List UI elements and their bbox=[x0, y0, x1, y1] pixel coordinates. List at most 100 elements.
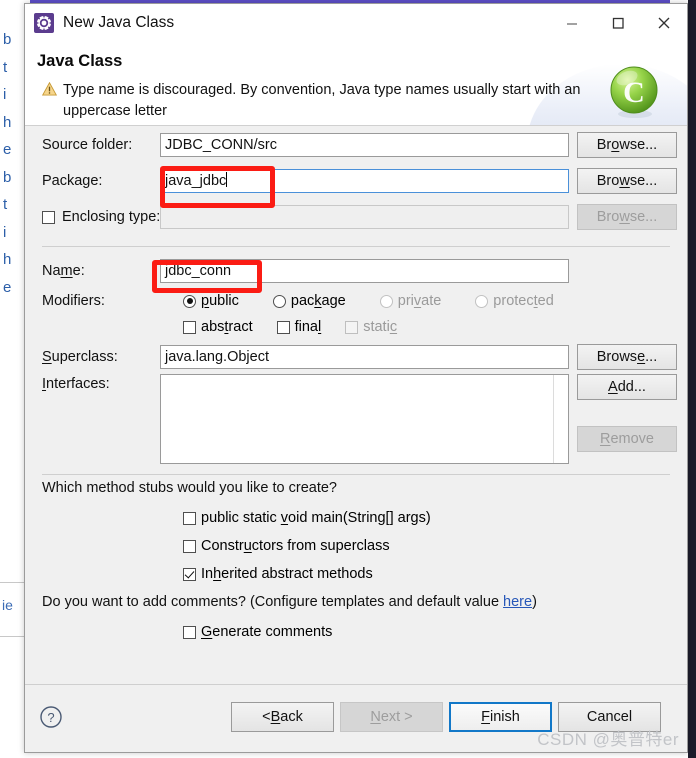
java-wizard-icon bbox=[34, 13, 54, 33]
stub-option-main-label: public static void main(String[] args) bbox=[201, 510, 431, 526]
ide-bottom-fragment: ie bbox=[2, 597, 13, 613]
stub-option-inherited-label: Inherited abstract methods bbox=[201, 566, 373, 582]
package-input-value: java_jdbc bbox=[165, 173, 227, 189]
interfaces-scrollbar[interactable] bbox=[553, 375, 568, 463]
modifier-radio-protected[interactable]: protected bbox=[475, 293, 554, 309]
source-folder-row: Source folder: JDBC_CONN/src Br o wse... bbox=[25, 132, 687, 158]
enclosing-type-row: Enclosing type: Bro w se... bbox=[25, 204, 687, 230]
gear-glyph bbox=[36, 15, 52, 31]
enclosing-type-label-group[interactable]: Enclosing type: bbox=[42, 209, 160, 225]
superclass-input[interactable]: java.lang.Object bbox=[160, 345, 569, 369]
enclosing-type-checkbox[interactable] bbox=[42, 210, 55, 224]
svg-text:?: ? bbox=[47, 710, 54, 725]
minimize-icon[interactable] bbox=[549, 4, 595, 42]
dialog-body: Source folder: JDBC_CONN/src Br o wse... P… bbox=[25, 126, 687, 686]
source-folder-browse-button[interactable]: Br o wse... bbox=[577, 132, 677, 158]
ide-code-gutter-text: b t i h e b t i h e bbox=[3, 31, 12, 296]
next-button[interactable]: Next > bbox=[340, 702, 443, 732]
help-icon[interactable]: ? bbox=[39, 705, 63, 729]
checkbox-final-label: final bbox=[294, 319, 322, 335]
radio-public-indicator[interactable] bbox=[183, 294, 196, 308]
package-label: Package: bbox=[42, 173, 103, 189]
enclosing-type-label: Enclosing type: bbox=[62, 209, 161, 225]
interfaces-add-button[interactable]: Add... bbox=[577, 374, 677, 400]
source-folder-label: Source folder: bbox=[42, 137, 133, 153]
radio-package-indicator[interactable] bbox=[272, 294, 286, 308]
stub-option-inherited[interactable]: Inherited abstract methods bbox=[183, 566, 373, 582]
generate-comments-option[interactable]: Generate comments bbox=[183, 624, 332, 640]
dialog-footer: ? < Back Next > Finish Cancel CSDN @奥普特e… bbox=[25, 684, 687, 752]
checkbox-abstract-indicator[interactable] bbox=[183, 320, 196, 334]
new-java-class-dialog: New Java Class Java Class Type name is d… bbox=[24, 3, 688, 753]
checkbox-constructors-indicator[interactable] bbox=[183, 539, 196, 553]
comments-question-suffix: ) bbox=[532, 594, 537, 610]
radio-private-label: private bbox=[397, 293, 442, 309]
radio-public-label: public bbox=[201, 293, 239, 309]
close-icon[interactable] bbox=[641, 4, 687, 42]
generate-comments-label: Generate comments bbox=[201, 624, 333, 640]
ide-right-dark-edge bbox=[688, 0, 696, 758]
status-message: Type name is discouraged. By convention,… bbox=[42, 80, 622, 122]
checkbox-generate-comments-indicator[interactable] bbox=[183, 625, 196, 639]
modifier-checkbox-static[interactable]: static bbox=[345, 319, 397, 335]
status-message-text: Type name is discouraged. By convention,… bbox=[63, 82, 581, 119]
java-class-banner-icon: C bbox=[610, 66, 658, 118]
modifier-checkbox-abstract[interactable]: abstract bbox=[183, 319, 253, 335]
warning-icon bbox=[42, 82, 57, 96]
text-caret bbox=[226, 172, 228, 187]
dialog-header: Java Class Type name is discouraged. By … bbox=[25, 42, 687, 126]
modifiers-label: Modifiers: bbox=[42, 293, 105, 309]
stub-option-main[interactable]: public static void main(String[] args) bbox=[183, 510, 431, 526]
modifier-checkbox-row: abstract final static bbox=[25, 314, 687, 340]
checkbox-static-indicator[interactable] bbox=[345, 320, 359, 334]
interfaces-listbox[interactable] bbox=[160, 374, 569, 464]
ide-separator-upper bbox=[0, 582, 24, 583]
radio-private-indicator[interactable] bbox=[379, 294, 393, 308]
ide-separator-lower bbox=[0, 636, 24, 637]
package-input[interactable]: java_jdbc bbox=[160, 169, 569, 193]
modifier-radio-package[interactable]: package bbox=[272, 293, 346, 309]
source-folder-input[interactable]: JDBC_CONN/src bbox=[160, 133, 569, 157]
checkbox-final-indicator[interactable] bbox=[276, 320, 290, 334]
radio-protected-label: protected bbox=[493, 293, 554, 309]
watermark: CSDN @奥普特er bbox=[537, 730, 679, 749]
superclass-row: Superclass: java.lang.Object Brows e... bbox=[25, 344, 687, 370]
name-input[interactable]: jdbc_conn bbox=[160, 259, 569, 283]
window-controls bbox=[549, 4, 687, 42]
page-title: Java Class bbox=[37, 52, 123, 70]
checkbox-static-label: static bbox=[363, 319, 398, 335]
dialog-titlebar[interactable]: New Java Class bbox=[25, 4, 687, 42]
modifiers-row: Modifiers: public package private protec… bbox=[25, 288, 687, 314]
configure-templates-link[interactable]: here bbox=[503, 594, 532, 610]
modifier-radio-group: public package private protected bbox=[183, 293, 554, 309]
name-row: Name: jdbc_conn bbox=[25, 258, 687, 284]
radio-package-label: package bbox=[290, 293, 346, 309]
name-label: Name: bbox=[42, 263, 85, 279]
interfaces-label: Interfaces: bbox=[42, 376, 110, 392]
comments-question: Do you want to add comments? (Configure … bbox=[42, 594, 537, 610]
checkbox-inherited-indicator[interactable] bbox=[183, 567, 196, 581]
checkbox-abstract-label: abstract bbox=[201, 319, 253, 335]
section-divider-2 bbox=[42, 474, 670, 475]
enclosing-type-browse-button[interactable]: Bro w se... bbox=[577, 204, 677, 230]
method-stubs-question: Which method stubs would you like to cre… bbox=[42, 480, 337, 496]
radio-protected-indicator[interactable] bbox=[475, 294, 489, 308]
package-browse-button[interactable]: Bro w se... bbox=[577, 168, 677, 194]
modifier-checkbox-final[interactable]: final bbox=[276, 319, 322, 335]
section-divider-1 bbox=[42, 246, 670, 247]
superclass-label: Superclass: bbox=[42, 349, 118, 365]
back-button[interactable]: < Back bbox=[231, 702, 334, 732]
modifier-checkbox-group: abstract final static bbox=[183, 319, 397, 335]
dialog-title: New Java Class bbox=[63, 14, 175, 31]
stub-option-constructors-label: Constructors from superclass bbox=[201, 538, 390, 554]
comments-question-prefix: Do you want to add comments? (Configure … bbox=[42, 594, 504, 610]
superclass-browse-button[interactable]: Brows e... bbox=[577, 344, 677, 370]
checkbox-main-indicator[interactable] bbox=[183, 511, 196, 525]
interfaces-remove-button[interactable]: Remove bbox=[577, 426, 677, 452]
modifier-radio-private[interactable]: private bbox=[379, 293, 442, 309]
maximize-icon[interactable] bbox=[595, 4, 641, 42]
package-row: Package: java_jdbc Bro w se... bbox=[25, 168, 687, 194]
stub-option-constructors[interactable]: Constructors from superclass bbox=[183, 538, 390, 554]
modifier-radio-public[interactable]: public bbox=[183, 293, 239, 309]
enclosing-type-input[interactable] bbox=[160, 205, 569, 229]
